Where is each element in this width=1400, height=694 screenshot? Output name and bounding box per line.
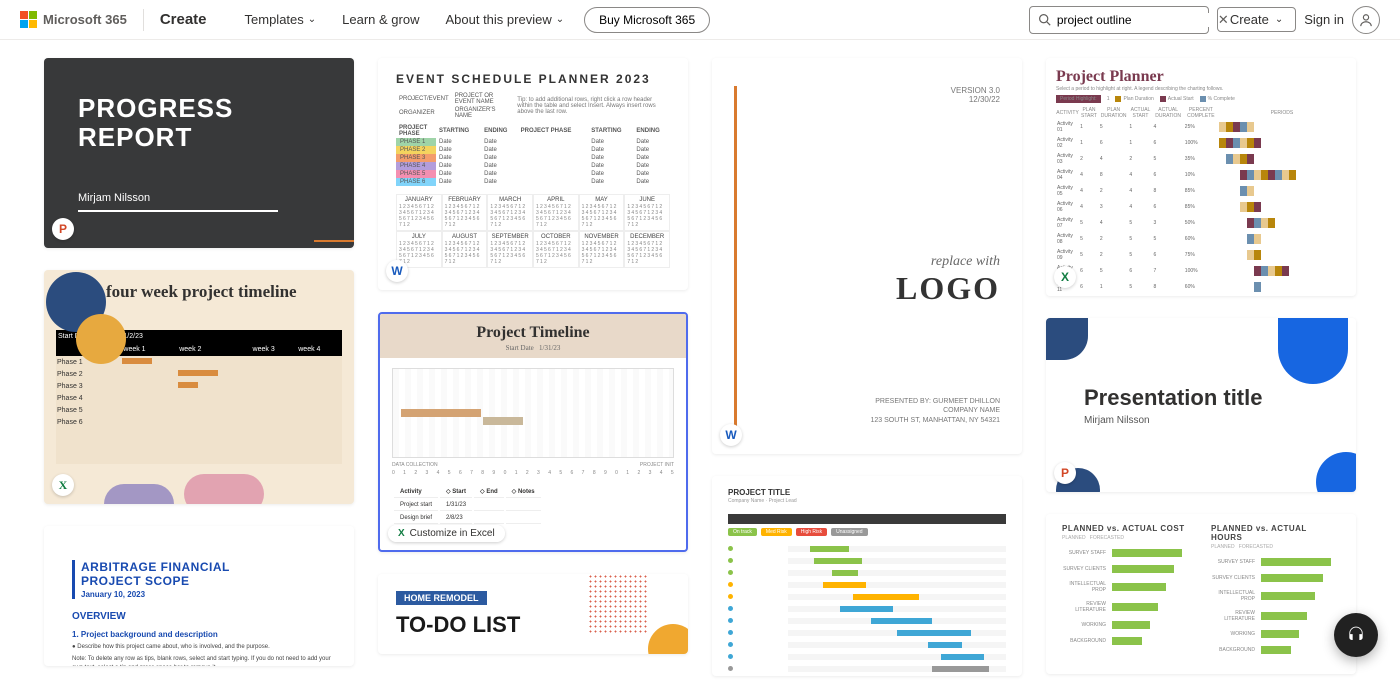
microsoft-icon [20,11,37,28]
template-gallery: PROGRESSREPORT Mirjam Nilsson P four wee… [0,40,1400,694]
gallery-column: Project Planner Select a period to highl… [1046,58,1356,674]
chevron-down-icon: ⌄ [308,14,316,25]
template-project-planner[interactable]: Project Planner Select a period to highl… [1046,58,1356,296]
help-fab[interactable] [1334,613,1378,657]
title: Project Timeline [380,324,686,342]
nav-about-label: About this preview [445,12,551,27]
title: Presentation title [1084,385,1262,411]
nav-templates[interactable]: Templates ⌄ [245,12,317,27]
person-icon [1359,13,1373,27]
profile-button[interactable] [1352,6,1380,34]
chevron-down-icon: ⌄ [556,14,564,25]
word-icon: W [386,260,408,282]
author: Mirjam Nilsson [1084,415,1262,426]
gallery-column: PROGRESSREPORT Mirjam Nilsson P four wee… [44,58,354,666]
template-project-gantt[interactable]: PROJECT TITLE Company Name · Project Lea… [712,476,1022,676]
label: HOME REMODEL [396,591,487,605]
title: four week project timeline [106,282,342,302]
template-project-timeline[interactable]: Project Timeline Start Date 1/31/23 DATA… [378,312,688,552]
title-line: PROGRESS [78,93,233,123]
create-dropdown[interactable]: Create ⌄ [1217,7,1296,32]
gallery-column: EVENT SCHEDULE PLANNER 2023 PROJECT/EVEN… [378,58,688,654]
powerpoint-icon: P [52,218,74,240]
title: EVENT SCHEDULE PLANNER 2023 [396,72,670,86]
excel-icon: X [398,528,405,539]
word-icon: W [720,424,742,446]
template-four-week-timeline[interactable]: four week project timeline Start Date:1/… [44,270,354,504]
template-arbitrage-scope[interactable]: ARBITRAGE FINANCIAL PROJECT SCOPE Januar… [44,526,354,666]
template-logo-cover[interactable]: VERSION 3.0 12/30/22 replace with LOGO P… [712,58,1022,454]
nav-learn-label: Learn & grow [342,12,419,27]
search-icon [1038,13,1051,26]
signin-link[interactable]: Sign in [1304,12,1344,27]
title: Project Planner [1056,68,1346,86]
nav-learn[interactable]: Learn & grow [342,12,419,27]
headset-icon [1346,625,1366,645]
excel-icon: X [52,474,74,496]
divider [143,9,144,31]
customize-chip[interactable]: XCustomize in Excel [388,525,505,542]
create-dropdown-label: Create [1230,12,1269,27]
nav-templates-label: Templates [245,12,304,27]
search-input[interactable] [1057,13,1212,27]
template-presentation-title[interactable]: Presentation title Mirjam Nilsson P [1046,318,1356,492]
gallery-column: VERSION 3.0 12/30/22 replace with LOGO P… [712,58,1022,676]
search-box[interactable]: ✕ [1029,6,1209,34]
buy-button[interactable]: Buy Microsoft 365 [584,7,710,33]
brand-logo[interactable]: Microsoft 365 [20,11,127,28]
template-event-schedule[interactable]: EVENT SCHEDULE PLANNER 2023 PROJECT/EVEN… [378,58,688,290]
header: Microsoft 365 Create Templates ⌄ Learn & … [0,0,1400,40]
template-home-remodel[interactable]: HOME REMODEL TO-DO LIST [378,574,688,654]
title-line: REPORT [78,122,192,152]
nav-about[interactable]: About this preview ⌄ [445,12,564,27]
template-planned-actual[interactable]: PLANNED vs. ACTUAL COST PLANNED FORECAST… [1046,514,1356,674]
create-link[interactable]: Create [160,11,207,28]
chevron-down-icon: ⌄ [1275,14,1283,25]
nav: Templates ⌄ Learn & grow About this previ… [245,12,565,27]
author: Mirjam Nilsson [78,192,320,204]
brand-text: Microsoft 365 [43,12,127,27]
template-progress-report[interactable]: PROGRESSREPORT Mirjam Nilsson P [44,58,354,248]
powerpoint-icon: P [1054,462,1076,484]
excel-icon: X [1054,266,1076,288]
